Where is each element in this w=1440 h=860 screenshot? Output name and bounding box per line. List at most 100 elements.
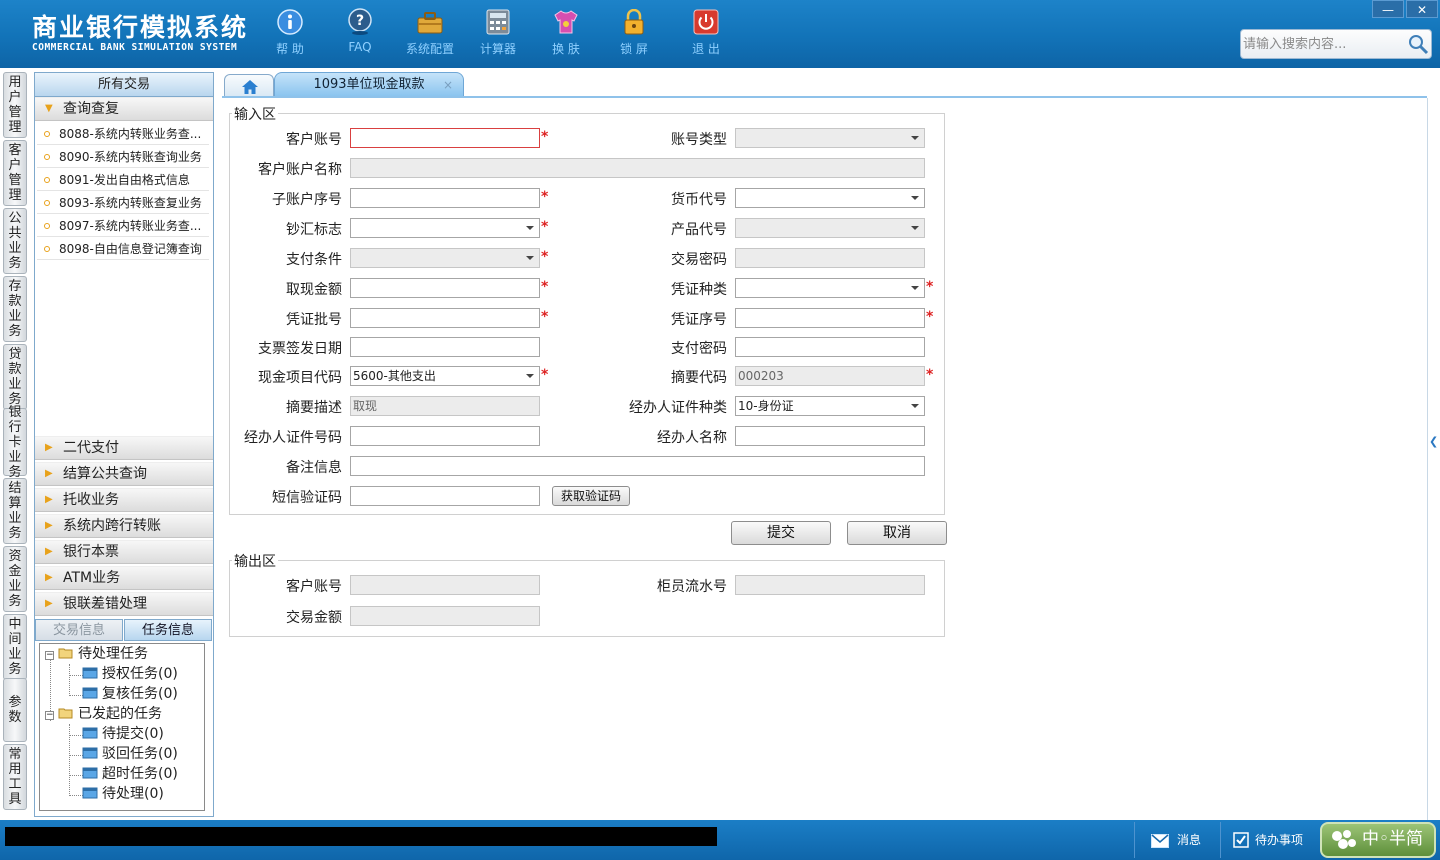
label-withdraw-amount: 取现金额 [286, 282, 342, 298]
collapse-toggle[interactable]: − [45, 711, 54, 720]
tx-amount-field [350, 606, 540, 626]
menu-item-8088[interactable]: 8088-系统内转账业务查... [37, 123, 209, 145]
collapse-toggle[interactable]: − [45, 651, 54, 660]
required-mark: * [541, 189, 549, 205]
vtab-common-tools[interactable]: 常用工具 [3, 744, 27, 810]
bullet-icon [44, 200, 50, 206]
tab-close-icon[interactable]: × [443, 73, 453, 97]
menu-category-query-reply[interactable]: ▼ 查询查复 [35, 97, 213, 121]
cancel-button[interactable]: 取消 [847, 521, 947, 545]
menu-category-cashier-check[interactable]: ▶ 银行本票 [35, 540, 213, 564]
vtab-user-management[interactable]: 用户管理 [3, 72, 27, 138]
calculator-icon [484, 8, 512, 36]
svg-text:?: ? [356, 13, 364, 29]
tree-node-to-submit[interactable]: 待提交(0) [82, 724, 164, 744]
output-section-legend: 输出区 [232, 551, 278, 571]
tree-node-pending[interactable]: 待处理任务 [58, 644, 148, 664]
tree-node-review[interactable]: 复核任务(0) [82, 684, 178, 704]
customer-account-input[interactable] [350, 128, 540, 148]
label-account-type: 账号类型 [671, 132, 727, 148]
sms-code-input[interactable] [350, 486, 540, 506]
vtab-parameters[interactable]: 参数 [3, 678, 27, 742]
vtab-intermediary-business[interactable]: 中间业务 [3, 614, 27, 680]
menu-category-settlement-query[interactable]: ▶ 结算公共查询 [35, 462, 213, 486]
agent-id-type-select[interactable]: 10-身份证 [735, 396, 925, 416]
currency-code-select[interactable] [735, 188, 925, 208]
vtab-bankcard-business[interactable]: 银行卡业务 [3, 405, 27, 480]
agent-id-no-input[interactable] [350, 426, 540, 446]
calculator-button[interactable]: 计算器 [468, 8, 528, 57]
voucher-batch-input[interactable] [350, 308, 540, 328]
menu-category-interbank-transfer[interactable]: ▶ 系统内跨行转账 [35, 514, 213, 538]
check-date-input[interactable] [350, 337, 540, 357]
get-sms-code-button[interactable]: 获取验证码 [552, 486, 630, 506]
menu-item-8098[interactable]: 8098-自由信息登记簿查询 [37, 238, 209, 260]
pay-condition-select[interactable] [350, 248, 540, 268]
customer-name-field [350, 158, 925, 178]
teller-serial-field [735, 575, 925, 595]
change-skin-button[interactable]: 换 肤 [536, 8, 596, 57]
vtab-customer-management[interactable]: 客户管理 [3, 140, 27, 206]
tree-node-to-process[interactable]: 待处理(0) [82, 784, 164, 804]
menu-category-second-gen-payment[interactable]: ▶ 二代支付 [35, 436, 213, 460]
menu-category-collection[interactable]: ▶ 托收业务 [35, 488, 213, 512]
product-code-select[interactable] [735, 218, 925, 238]
close-button[interactable]: ✕ [1406, 0, 1438, 18]
tab-task-info[interactable]: 任务信息 [124, 619, 212, 641]
required-mark: * [541, 279, 549, 295]
vtab-deposit-business[interactable]: 存款业务 [3, 276, 27, 342]
menu-item-8097[interactable]: 8097-系统内转账业务查... [37, 215, 209, 237]
search-input[interactable] [1243, 33, 1403, 55]
required-mark: * [926, 279, 934, 295]
voucher-type-select[interactable] [735, 278, 925, 298]
bullet-icon [44, 177, 50, 183]
pay-password-input[interactable] [735, 337, 925, 357]
menu-item-8091[interactable]: 8091-发出自由格式信息 [37, 169, 209, 191]
tree-node-timeout[interactable]: 超时任务(0) [82, 764, 178, 784]
tab-home[interactable] [224, 74, 274, 98]
expanded-arrow-icon: ▼ [45, 103, 53, 114]
minimize-button[interactable]: — [1372, 0, 1404, 18]
vertical-module-tabs: 用户管理 客户管理 公共业务 存款业务 贷款业务 银行卡业务 结算业务 资金业务… [0, 68, 32, 820]
menu-category-unionpay-error[interactable]: ▶ 银联差错处理 [35, 592, 213, 616]
tab-transaction-info[interactable]: 交易信息 [35, 619, 123, 641]
tree-node-initiated[interactable]: 已发起的任务 [58, 704, 162, 724]
collapse-left-icon[interactable]: ❮ [1429, 435, 1438, 448]
agent-name-input[interactable] [735, 426, 925, 446]
vtab-loan-business[interactable]: 贷款业务 [3, 344, 27, 410]
exit-button[interactable]: 退 出 [676, 8, 736, 57]
messages-button[interactable]: 消息 [1134, 822, 1220, 858]
menu-item-8093[interactable]: 8093-系统内转账查复业务 [37, 192, 209, 214]
vtab-public-business[interactable]: 公共业务 [3, 208, 27, 274]
app-subtitle: COMMERCIAL BANK SIMULATION SYSTEM [32, 42, 238, 53]
tx-password-input[interactable] [735, 248, 925, 268]
tab-1093-cash-withdrawal[interactable]: 1093单位现金取款 × [274, 72, 464, 98]
search-box [1240, 29, 1432, 59]
bullet-icon [44, 246, 50, 252]
vtab-settlement-business[interactable]: 结算业务 [3, 478, 27, 544]
folder-open-icon [58, 648, 73, 659]
todo-button[interactable]: 待办事项 [1220, 822, 1318, 858]
sub-account-no-input[interactable] [350, 188, 540, 208]
output-customer-account-field [350, 575, 540, 595]
cash-flag-select[interactable] [350, 218, 540, 238]
withdraw-amount-input[interactable] [350, 278, 540, 298]
menu-category-atm[interactable]: ▶ ATM业务 [35, 566, 213, 590]
faq-button[interactable]: ? FAQ [330, 8, 390, 54]
system-config-button[interactable]: 系统配置 [400, 8, 460, 57]
remark-input[interactable] [350, 456, 925, 476]
vtab-fund-business[interactable]: 资金业务 [3, 546, 27, 612]
tree-node-rejected[interactable]: 驳回任务(0) [82, 744, 178, 764]
ime-indicator[interactable]: 中◦半简 [1320, 822, 1436, 858]
search-icon[interactable] [1407, 33, 1429, 55]
help-button[interactable]: 帮 助 [260, 8, 320, 57]
cash-item-code-select[interactable]: 5600-其他支出 [350, 366, 540, 386]
submit-button[interactable]: 提交 [731, 521, 831, 545]
label-output-customer-account: 客户账号 [286, 579, 342, 595]
voucher-no-input[interactable] [735, 308, 925, 328]
collapsed-arrow-icon: ▶ [45, 468, 53, 479]
account-type-select[interactable] [735, 128, 925, 148]
menu-item-8090[interactable]: 8090-系统内转账查询业务 [37, 146, 209, 168]
tree-node-auth[interactable]: 授权任务(0) [82, 664, 178, 684]
lock-screen-button[interactable]: 锁 屏 [604, 8, 664, 57]
